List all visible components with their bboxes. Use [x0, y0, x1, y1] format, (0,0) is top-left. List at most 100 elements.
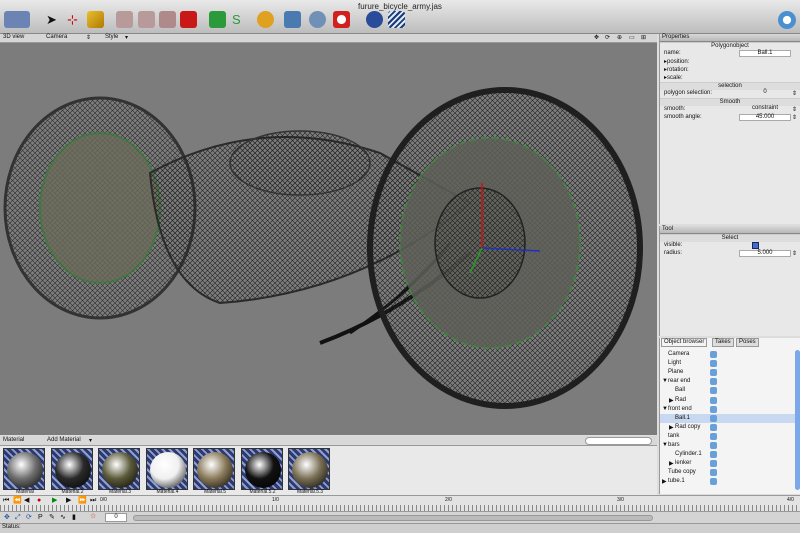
material-swatch[interactable] — [3, 448, 45, 490]
radius-stepper-icon[interactable]: ⇕ — [792, 250, 797, 257]
cube-wire-icon[interactable] — [138, 11, 155, 28]
tab-object-browser[interactable]: Object browser — [661, 338, 708, 347]
frame-field[interactable]: 0 — [105, 513, 127, 522]
cube-wire-icon[interactable] — [159, 11, 176, 28]
object-tag-icon[interactable] — [710, 360, 717, 368]
scale-label[interactable]: scale: — [667, 75, 683, 81]
camera-stepper-icon[interactable]: ⇕ — [86, 34, 91, 41]
rotation-label[interactable]: rotation: — [667, 67, 689, 73]
material-swatch[interactable] — [193, 448, 235, 490]
next-key-icon[interactable]: ⏩ — [78, 497, 87, 505]
spline-icon[interactable]: S — [232, 11, 249, 28]
cube-wire-icon[interactable] — [116, 11, 133, 28]
polysel-stepper-icon[interactable]: ⇕ — [792, 90, 797, 97]
object-tag-icon[interactable] — [710, 478, 717, 486]
timeline[interactable]: 0/0 1/0 2/0 3/0 4/0 ⏮ ⏪ ◀ ● ▶ ▶ ⏩ ⏭ — [0, 495, 800, 511]
curve-icon[interactable]: ∿ — [60, 514, 66, 522]
visible-checkbox[interactable] — [752, 242, 759, 249]
first-frame-icon[interactable]: ⏮ — [3, 497, 9, 505]
list-item[interactable]: tank — [660, 432, 795, 441]
object-tag-icon[interactable] — [710, 369, 717, 377]
play-icon[interactable]: ▶ — [52, 497, 57, 505]
disclosure-triangle-icon[interactable]: ▶ — [669, 397, 674, 404]
display-toggle-icon[interactable] — [4, 11, 30, 28]
smooth-select[interactable]: constraint — [739, 105, 791, 113]
primitive-green-icon[interactable] — [209, 11, 226, 28]
list-item[interactable]: ▶ Rad — [660, 396, 795, 405]
prev-frame-icon[interactable]: ◀ — [24, 497, 29, 505]
list-item[interactable]: Camera — [660, 350, 795, 359]
polysel-field[interactable]: 0 — [739, 89, 791, 97]
list-item[interactable]: Plane — [660, 368, 795, 377]
maximize-view-icon[interactable]: ⊞ — [641, 34, 646, 41]
list-item[interactable]: ▶ lenker — [660, 459, 795, 468]
list-item[interactable]: Ball.1 — [660, 413, 795, 423]
disclosure-triangle-icon[interactable]: ▶ — [669, 424, 674, 431]
scale-key-icon[interactable]: ⤢ — [15, 514, 21, 522]
tab-poses[interactable]: Poses — [736, 338, 759, 347]
style-chevron-down-icon[interactable]: ▾ — [125, 34, 128, 41]
smooth-angle-field[interactable]: 45.000 — [739, 114, 791, 121]
list-item[interactable]: ▼ front end — [660, 405, 795, 414]
list-item[interactable]: Light — [660, 359, 795, 368]
object-tag-icon[interactable] — [710, 351, 717, 358]
pencil-icon[interactable]: ✎ — [49, 514, 55, 522]
material-swatch[interactable] — [288, 448, 330, 490]
star-key-icon[interactable]: ☆ — [90, 513, 96, 521]
position-label[interactable]: position: — [667, 59, 689, 65]
list-item[interactable]: ▶ tube.1 — [660, 477, 795, 486]
ruler-icon[interactable] — [87, 11, 104, 28]
radius-field[interactable]: 5.000 — [739, 250, 791, 257]
list-item[interactable]: ▼ bars — [660, 441, 795, 450]
object-tag-icon[interactable] — [710, 378, 717, 386]
select-arrow-icon[interactable]: ➤ — [46, 11, 63, 28]
object-tag-icon[interactable] — [710, 405, 717, 413]
target-icon[interactable] — [333, 11, 350, 28]
bars-icon[interactable]: ▮ — [72, 514, 76, 522]
disclosure-triangle-icon[interactable]: ▶ — [662, 478, 667, 485]
add-material-chevron-icon[interactable]: ▾ — [89, 437, 92, 444]
axes-icon[interactable]: ⊹ — [67, 11, 84, 28]
material-swatch[interactable] — [50, 448, 93, 490]
camera-menu[interactable]: Camera — [46, 34, 67, 40]
disclosure-triangle-icon[interactable]: ▶ — [669, 460, 674, 467]
globe-icon[interactable] — [309, 11, 326, 28]
zoom-view-icon[interactable]: ⊕ — [617, 34, 622, 41]
view-menu[interactable]: 3D view — [3, 34, 24, 40]
list-item[interactable]: Cylinder.1 — [660, 450, 795, 459]
name-field[interactable]: Ball.1 — [739, 50, 791, 57]
list-item[interactable]: ▼ rear end — [660, 377, 795, 386]
object-tag-icon[interactable] — [710, 460, 717, 468]
smooth-stepper-icon[interactable]: ⇕ — [792, 106, 797, 113]
style-menu[interactable]: Style — [105, 34, 118, 40]
help-lifebuoy-icon[interactable] — [778, 11, 796, 29]
object-scrollbar[interactable] — [795, 350, 800, 490]
object-tag-icon[interactable] — [710, 414, 717, 422]
viewport-3d[interactable] — [0, 43, 657, 435]
list-item[interactable]: Tube copy — [660, 468, 795, 477]
next-frame-icon[interactable]: ▶ — [66, 497, 71, 505]
object-tag-icon[interactable] — [710, 432, 717, 440]
sky-icon[interactable] — [388, 11, 405, 28]
move-key-icon[interactable]: ✥ — [4, 514, 10, 522]
list-item[interactable]: Ball — [660, 386, 795, 395]
material-swatch[interactable] — [145, 448, 188, 490]
object-tag-icon[interactable] — [710, 451, 717, 459]
object-tag-icon[interactable] — [710, 387, 717, 395]
last-frame-icon[interactable]: ⏭ — [90, 497, 96, 505]
material-swatch[interactable] — [240, 448, 283, 490]
layout-view-icon[interactable]: ▭ — [629, 34, 635, 41]
render-icon[interactable] — [366, 11, 383, 28]
pot-icon[interactable] — [257, 11, 274, 28]
prev-key-icon[interactable]: ⏪ — [13, 497, 22, 505]
param-key-icon[interactable]: P — [38, 514, 43, 522]
cube-red-icon[interactable] — [180, 11, 197, 28]
tab-takes[interactable]: Takes — [712, 338, 734, 347]
object-tag-icon[interactable] — [710, 423, 717, 431]
frame-icon[interactable] — [284, 11, 301, 28]
move-view-icon[interactable]: ✥ — [594, 34, 599, 41]
record-icon[interactable]: ● — [37, 497, 41, 505]
list-item[interactable]: ▶ Rad copy — [660, 423, 795, 432]
object-tag-icon[interactable] — [710, 396, 717, 404]
time-scrubber[interactable] — [133, 515, 653, 521]
